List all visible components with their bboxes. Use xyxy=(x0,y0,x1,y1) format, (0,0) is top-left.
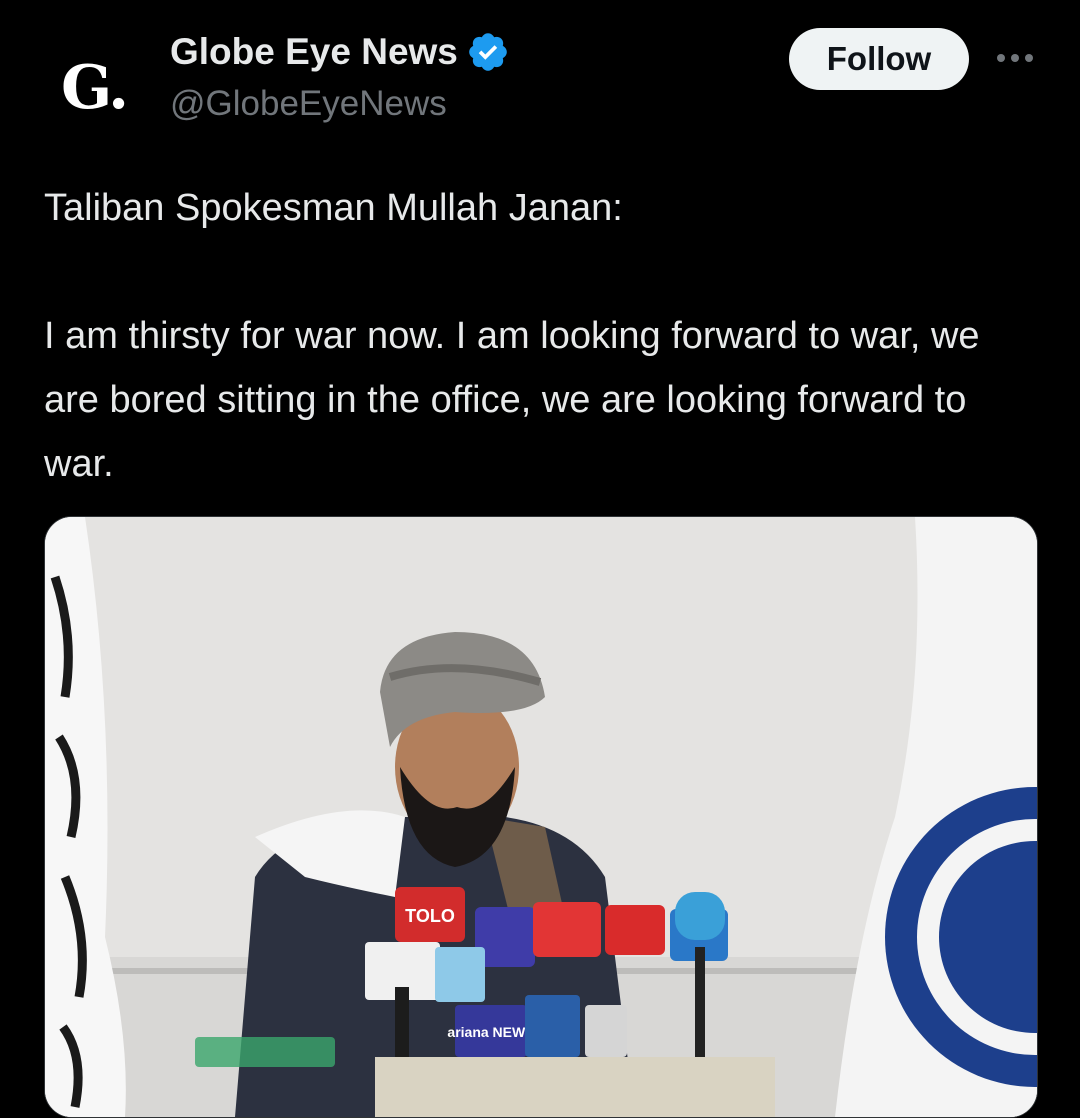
mic-label-ariana: ariana NEWS xyxy=(447,1024,534,1040)
avatar-logo-text: G. xyxy=(61,53,129,123)
press-conference-photo: TOLO ariana NEWS xyxy=(45,517,1037,1117)
tweet-line-quote: I am thirsty for war now. I am looking f… xyxy=(44,315,980,485)
account-handle[interactable]: @GlobeEyeNews xyxy=(170,84,447,124)
follow-button[interactable]: Follow xyxy=(789,28,969,90)
tweet-media-photo[interactable]: TOLO ariana NEWS xyxy=(44,516,1038,1118)
mic-label-tolo: TOLO xyxy=(405,906,455,926)
more-dots-glyph xyxy=(997,54,1033,62)
account-name[interactable]: Globe Eye News xyxy=(170,31,458,73)
avatar[interactable]: G. xyxy=(44,38,144,138)
tweet-header: G. Globe Eye News @GlobeEyeNews Follow xyxy=(0,0,1080,140)
tweet-line-title: Taliban Spokesman Mullah Janan: xyxy=(44,187,623,229)
more-dots-icon[interactable] xyxy=(990,36,1040,80)
account-name-row[interactable]: Globe Eye News xyxy=(170,30,510,74)
verified-badge-icon xyxy=(469,33,507,71)
tweet-text: Taliban Spokesman Mullah Janan: I am thi… xyxy=(44,176,1034,496)
